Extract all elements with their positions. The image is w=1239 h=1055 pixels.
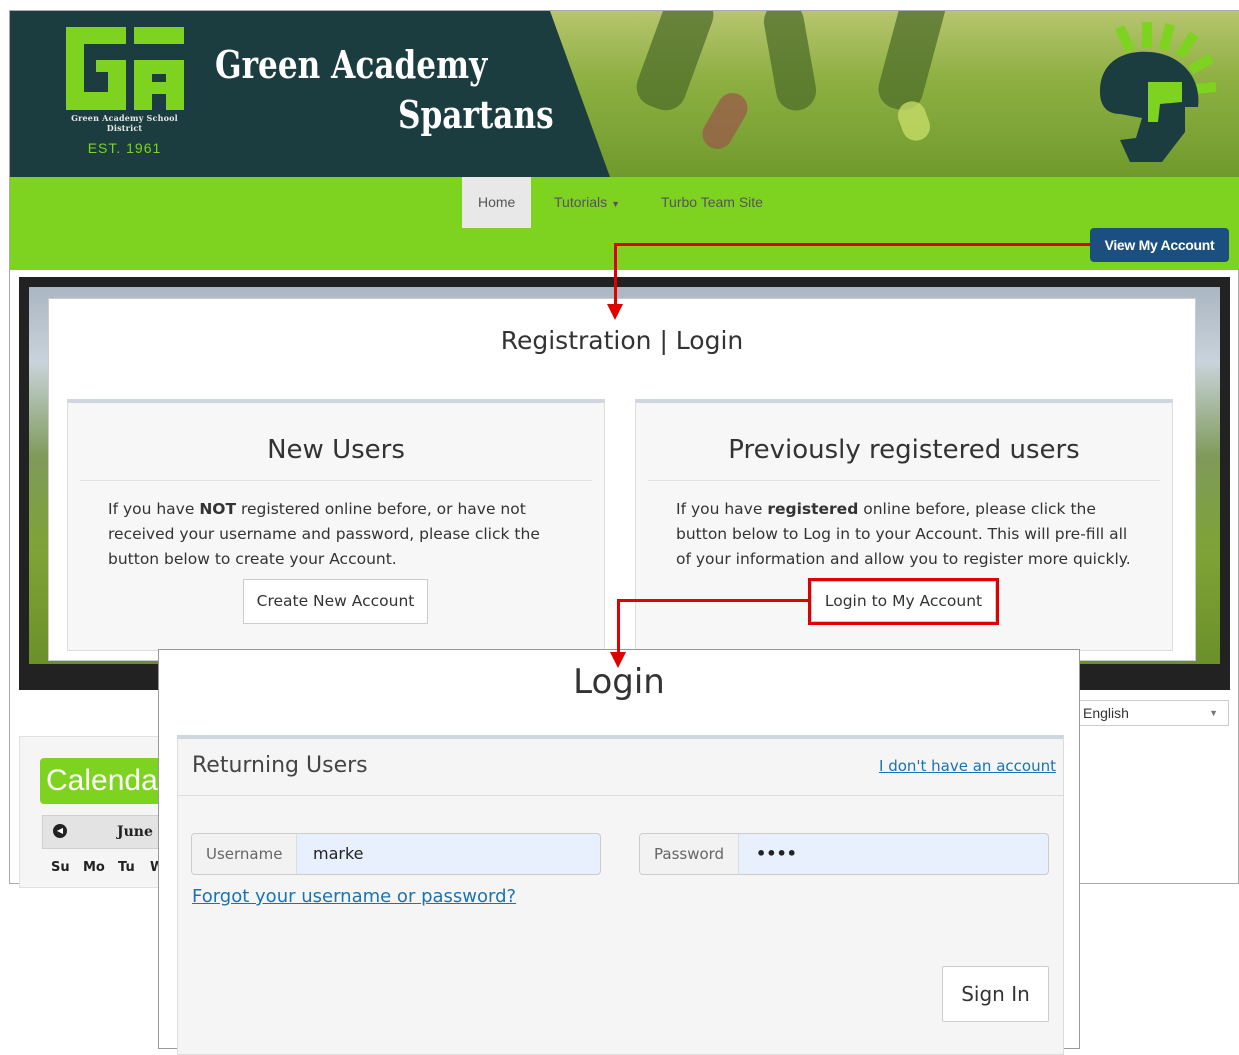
forgot-credentials-link[interactable]: Forgot your username or password?	[192, 886, 516, 907]
callout-arrow-icon	[607, 304, 623, 320]
language-select[interactable]: English ▼	[1078, 700, 1229, 726]
no-account-link[interactable]: I don't have an account	[879, 757, 1056, 775]
spartan-helmet-icon	[1100, 22, 1217, 162]
calendar-day-header: Tu	[118, 860, 135, 875]
nav-item-home[interactable]: Home	[462, 177, 532, 228]
username-value[interactable]: marke	[313, 834, 364, 874]
callout-line	[617, 599, 808, 602]
sign-in-button[interactable]: Sign In	[942, 966, 1049, 1022]
password-value[interactable]: ••••	[756, 834, 797, 874]
previous-users-text: If you have registered online before, pl…	[676, 500, 1131, 568]
registration-title: Registration | Login	[500, 326, 744, 355]
callout-line	[617, 599, 620, 654]
password-label: Password	[640, 834, 740, 874]
site-title-line1: Green Academy	[215, 42, 488, 87]
password-field[interactable]: Password ••••	[639, 833, 1049, 875]
nav-item-turbo-team-site[interactable]: Turbo Team Site	[645, 177, 779, 228]
username-field[interactable]: Username marke	[191, 833, 601, 875]
username-label: Username	[192, 834, 298, 874]
school-logo-icon	[66, 27, 184, 110]
new-users-heading: New Users	[267, 435, 405, 465]
callout-arrow-icon	[610, 652, 626, 668]
view-my-account-button[interactable]: View My Account	[1090, 228, 1229, 262]
main-nav: Home Tutorials ▼ Turbo Team Site	[10, 177, 1239, 270]
caret-down-icon: ▼	[611, 199, 620, 209]
login-button-highlight	[808, 578, 999, 625]
card-header-divider	[178, 795, 1063, 796]
site-title-line2: Spartans	[398, 92, 554, 137]
calendar-day-header: Mo	[83, 860, 105, 875]
login-title: Login	[573, 662, 665, 702]
calendar-month: June	[117, 824, 153, 840]
create-new-account-button[interactable]: Create New Account	[243, 579, 428, 624]
callout-line	[614, 243, 1090, 246]
calendar-prev-icon[interactable]: ◀	[53, 824, 67, 838]
calendar-title: Calendar	[40, 758, 170, 804]
logo-district-text: Green Academy School District	[71, 113, 178, 133]
new-users-text: If you have NOT registered online before…	[108, 500, 540, 568]
nav-item-tutorials[interactable]: Tutorials ▼	[538, 177, 636, 228]
chevron-down-icon: ▼	[1209, 708, 1218, 718]
previous-users-heading: Previously registered users	[728, 435, 1080, 465]
returning-users-heading: Returning Users	[192, 753, 368, 778]
calendar-day-header: Su	[51, 860, 70, 875]
callout-line	[614, 243, 617, 305]
logo-established-text: EST. 1961	[87, 140, 162, 156]
